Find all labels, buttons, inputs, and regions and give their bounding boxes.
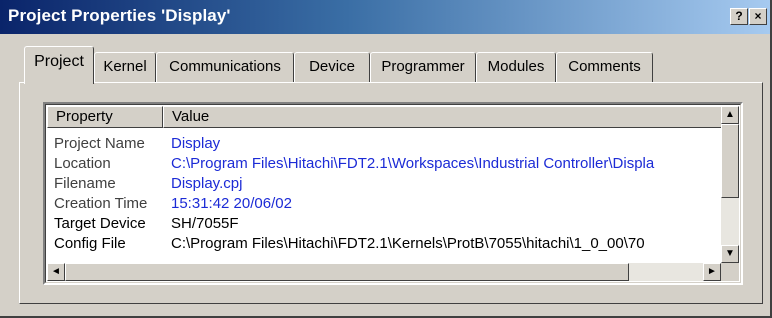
vertical-scrollbar[interactable]: ▲ ▼ <box>721 106 739 263</box>
title-bar[interactable]: Project Properties 'Display' ? × <box>0 0 770 34</box>
property-value: 15:31:42 20/06/02 <box>171 195 292 212</box>
tab-project[interactable]: Project <box>24 46 94 84</box>
close-button[interactable]: × <box>749 8 767 25</box>
tab-communications[interactable]: Communications <box>156 52 294 82</box>
help-button[interactable]: ? <box>730 8 748 25</box>
properties-list[interactable]: Property Value Project Name Display Loca… <box>43 102 743 285</box>
property-value: Display.cpj <box>171 175 243 192</box>
scroll-left-icon[interactable]: ◄ <box>47 263 65 281</box>
property-name: Project Name <box>54 135 145 152</box>
property-name: Creation Time <box>54 195 148 212</box>
tab-programmer[interactable]: Programmer <box>370 52 476 82</box>
scroll-up-icon[interactable]: ▲ <box>721 106 739 124</box>
scroll-down-icon[interactable]: ▼ <box>721 245 739 263</box>
dialog-title: Project Properties 'Display' <box>8 6 231 25</box>
property-value: SH/7055F <box>171 215 239 232</box>
property-name: Filename <box>54 175 116 192</box>
scrollbar-corner <box>721 263 739 281</box>
tab-device[interactable]: Device <box>294 52 370 82</box>
tab-comments[interactable]: Comments <box>556 52 653 82</box>
scroll-right-icon[interactable]: ► <box>703 263 721 281</box>
property-value: C:\Program Files\Hitachi\FDT2.1\Workspac… <box>171 155 655 172</box>
property-name: Target Device <box>54 215 146 232</box>
vertical-scroll-thumb[interactable] <box>721 124 739 198</box>
project-properties-dialog: Project Properties 'Display' ? × Project… <box>0 0 772 318</box>
horizontal-scrollbar[interactable]: ◄ ► <box>47 263 721 281</box>
property-name: Location <box>54 155 111 172</box>
column-header-property[interactable]: Property <box>47 106 163 128</box>
tab-kernel[interactable]: Kernel <box>94 52 156 82</box>
horizontal-scroll-thumb[interactable] <box>65 263 629 281</box>
property-name: Config File <box>54 235 126 252</box>
property-value: C:\Program Files\Hitachi\FDT2.1\Kernels\… <box>171 235 645 252</box>
tab-modules[interactable]: Modules <box>476 52 556 82</box>
column-header-value[interactable]: Value <box>163 106 725 128</box>
property-value: Display <box>171 135 221 152</box>
